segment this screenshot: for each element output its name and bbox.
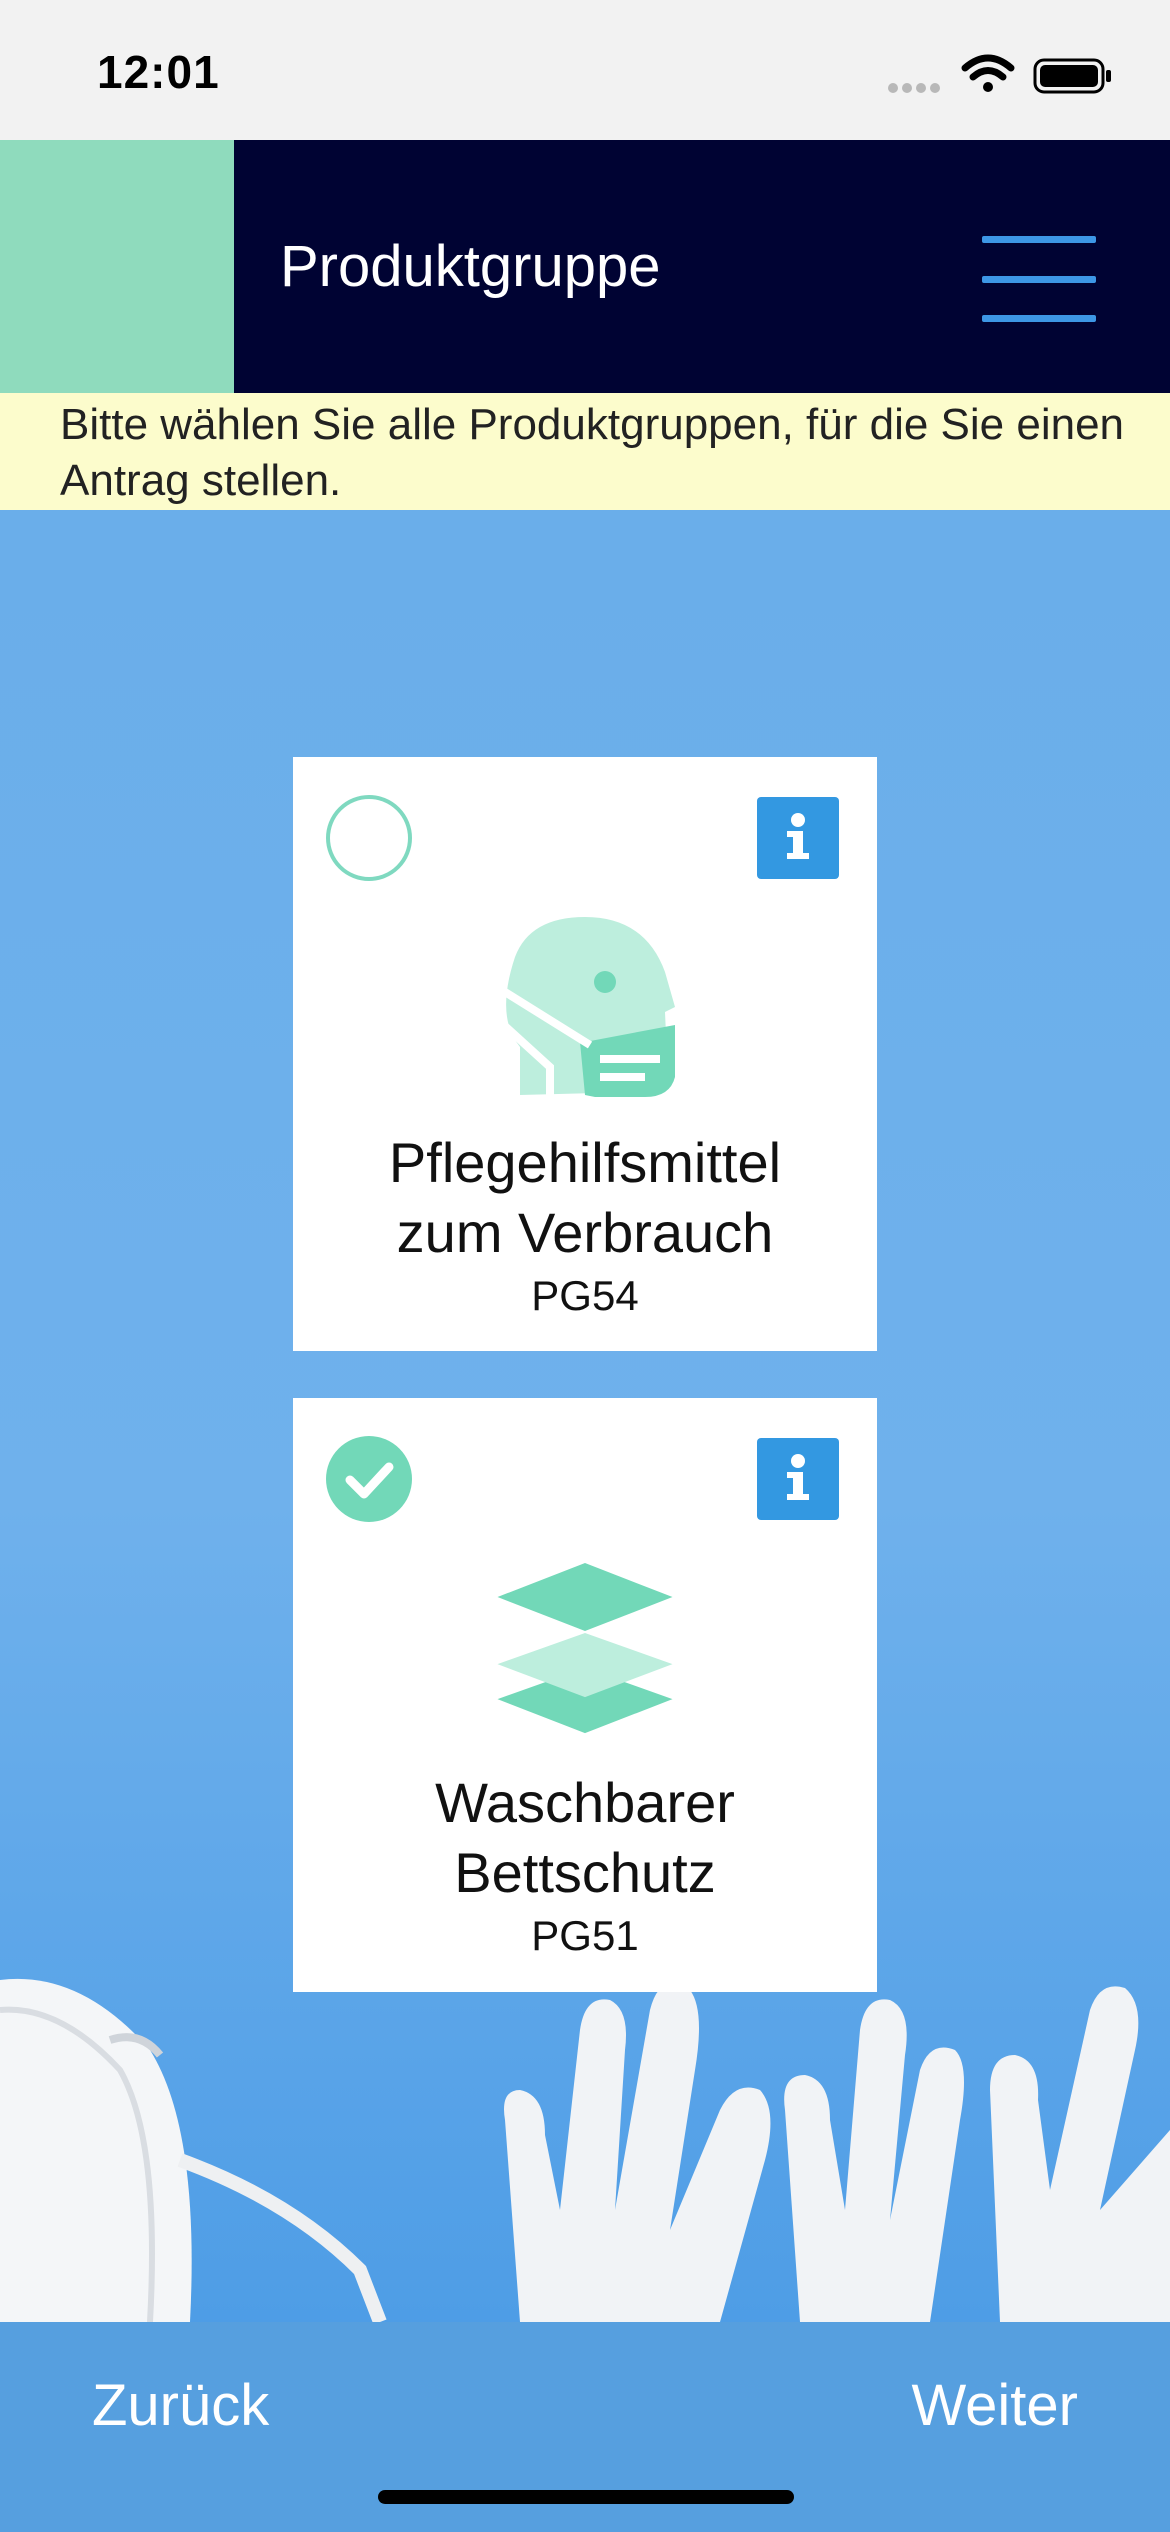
menu-button[interactable]: [982, 236, 1096, 322]
status-bar: 12:01: [0, 0, 1170, 140]
status-time: 12:01: [97, 46, 220, 98]
checkmark-icon: [345, 1462, 394, 1499]
info-icon: [787, 1454, 809, 1500]
cellular-signal-icon: [888, 83, 940, 93]
card-title-line2: zum Verbrauch: [396, 1201, 774, 1264]
back-button[interactable]: Zurück: [92, 2372, 269, 2439]
next-button[interactable]: Weiter: [911, 2372, 1078, 2439]
card-product-code: PG54: [531, 1272, 639, 1319]
info-button[interactable]: [757, 797, 839, 879]
status-icons: [888, 54, 1111, 94]
selection-radio-unchecked[interactable]: [326, 795, 412, 881]
battery-icon: [1033, 58, 1111, 94]
layers-icon: [293, 1563, 877, 1738]
product-group-card-pg51[interactable]: Waschbarer Bettschutz PG51: [293, 1398, 877, 1992]
card-product-code: PG51: [531, 1912, 639, 1959]
info-button[interactable]: [757, 1438, 839, 1520]
selection-radio-checked[interactable]: [326, 1436, 412, 1522]
app-header: Produktgruppe: [0, 140, 1170, 393]
card-title-line2: Bettschutz: [454, 1841, 716, 1904]
card-title-line1: Pflegehilfsmittel: [388, 1131, 782, 1194]
instruction-text: Bitte wählen Sie alle Produktgruppen, fü…: [60, 400, 1125, 505]
wifi-icon: [961, 54, 1015, 92]
product-group-card-pg54[interactable]: Pflegehilfsmittel zum Verbrauch PG54: [293, 757, 877, 1351]
header-accent-block: [0, 140, 234, 393]
page-title: Produktgruppe: [280, 234, 661, 299]
card-title-line1: Waschbarer: [435, 1771, 735, 1834]
face-mask-icon: [293, 917, 877, 1097]
info-icon: [787, 813, 809, 859]
home-indicator: [378, 2490, 794, 2504]
instruction-banner: Bitte wählen Sie alle Produktgruppen, fü…: [0, 393, 1170, 510]
